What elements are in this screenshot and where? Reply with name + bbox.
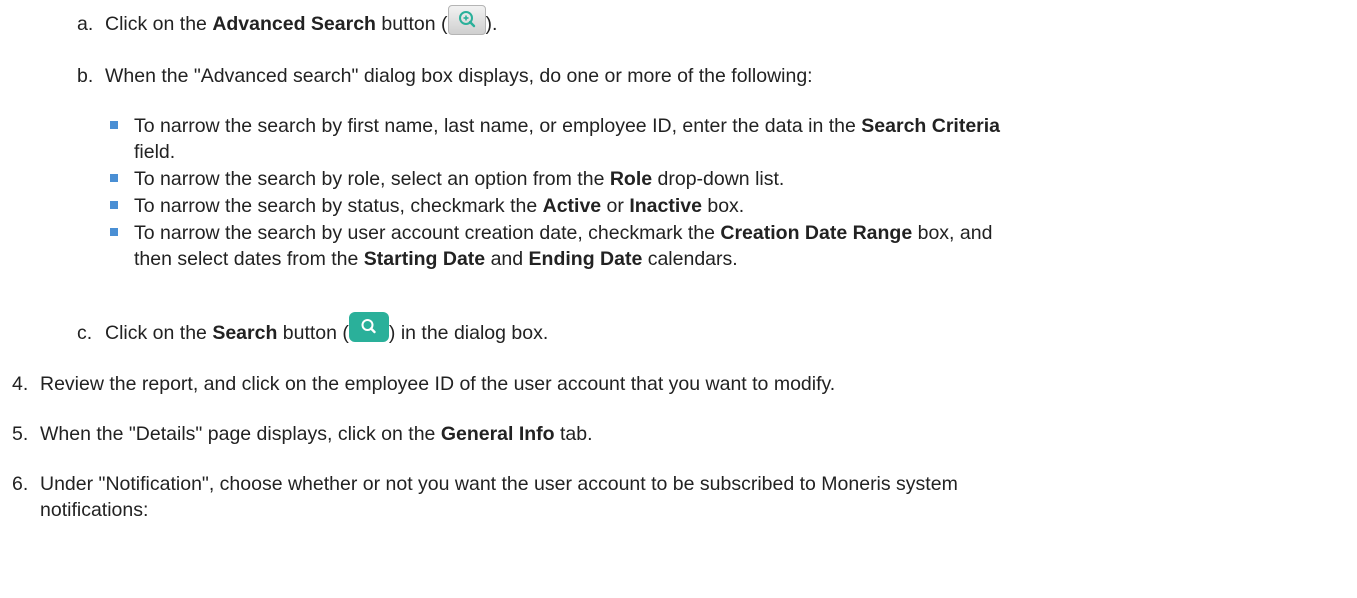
- step-6-line-2: notifications:: [40, 499, 149, 521]
- search-button[interactable]: [348, 311, 389, 342]
- bullet-marker: [110, 201, 118, 209]
- bullet-4-line-1: To narrow the search by user account cre…: [134, 222, 993, 244]
- bullet-marker: [110, 121, 118, 129]
- step-6-line-1: Under "Notification", choose whether or …: [40, 473, 958, 495]
- step-c-text: Click on the Search button () in the dia…: [105, 311, 548, 345]
- bullet-2-text: To narrow the search by role, select an …: [134, 168, 785, 190]
- advanced-search-label: Advanced Search: [212, 13, 376, 35]
- step-5-marker: 5.: [12, 423, 29, 445]
- step-6-marker: 6.: [12, 473, 29, 495]
- step-4-marker: 4.: [12, 373, 29, 395]
- bullet-1-line-2: field.: [134, 141, 176, 163]
- advanced-search-icon: [458, 10, 475, 28]
- step-c-marker: c.: [77, 322, 93, 344]
- bullet-4-line-2: then select dates from the Starting Date…: [134, 248, 738, 270]
- step-4-text: Review the report, and click on the empl…: [40, 373, 836, 395]
- bullet-marker: [110, 228, 118, 236]
- bullet-1-line-1: To narrow the search by first name, last…: [134, 115, 1001, 137]
- search-label: Search: [212, 322, 278, 344]
- step-b-text: When the "Advanced search" dialog box di…: [105, 65, 813, 87]
- bullet-marker: [110, 174, 118, 182]
- step-5-text: When the "Details" page displays, click …: [40, 423, 593, 445]
- step-b-marker: b.: [77, 65, 94, 87]
- step-a-text: Click on the Advanced Search button ().: [105, 4, 497, 36]
- search-icon: [361, 318, 376, 334]
- bullet-3-text: To narrow the search by status, checkmar…: [134, 195, 745, 217]
- step-a-marker: a.: [77, 13, 94, 35]
- advanced-search-button[interactable]: [447, 4, 486, 35]
